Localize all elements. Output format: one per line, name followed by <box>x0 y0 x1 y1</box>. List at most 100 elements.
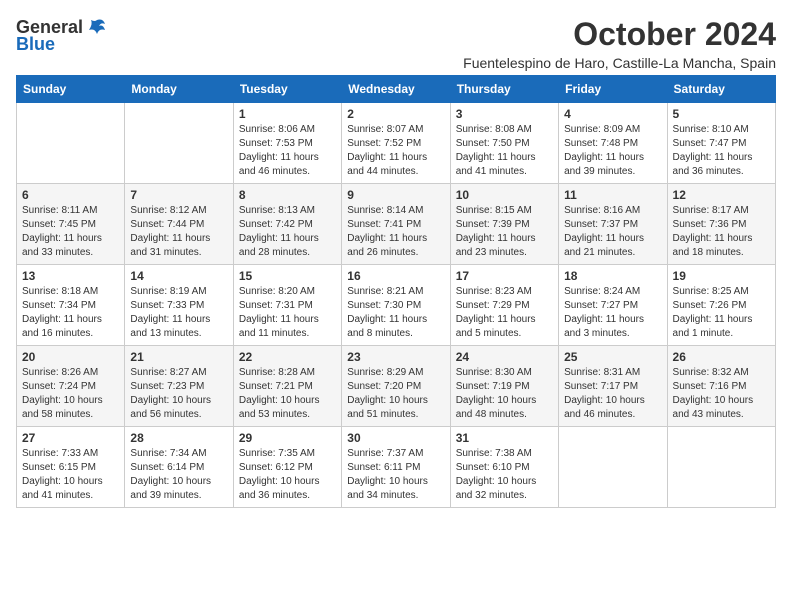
calendar-cell: 23Sunrise: 8:29 AM Sunset: 7:20 PM Dayli… <box>342 346 450 427</box>
day-info: Sunrise: 8:23 AM Sunset: 7:29 PM Dayligh… <box>456 285 553 341</box>
day-info: Sunrise: 8:07 AM Sunset: 7:52 PM Dayligh… <box>347 123 444 179</box>
day-number: 7 <box>130 188 227 202</box>
calendar-week-row: 20 Sunrise: 8:26 AM Sunset: 7:24 PM Dayli… <box>17 346 776 427</box>
day-number: 29 <box>239 431 336 445</box>
day-number: 8 <box>239 188 336 202</box>
day-number: 9 <box>347 188 444 202</box>
calendar-cell: 30Sunrise: 7:37 AM Sunset: 6:11 PM Dayli… <box>342 427 450 508</box>
day-info: Sunrise: 8:21 AM Sunset: 7:30 PM Dayligh… <box>347 285 444 341</box>
calendar-cell: 25 Sunrise: 8:31 AM Sunset: 7:17 PM Dayli… <box>559 346 667 427</box>
day-number: 12 <box>673 188 770 202</box>
day-number: 28 <box>130 431 227 445</box>
calendar-cell: 22 Sunrise: 8:28 AM Sunset: 7:21 PM Dayli… <box>233 346 341 427</box>
day-info: Sunrise: 8:11 AM Sunset: 7:45 PM Dayligh… <box>22 204 119 260</box>
page-header: General Blue October 2024 Fuentelespino … <box>16 16 776 71</box>
calendar-cell: 28Sunrise: 7:34 AM Sunset: 6:14 PM Dayli… <box>125 427 233 508</box>
calendar-cell: 11Sunrise: 8:16 AM Sunset: 7:37 PM Dayli… <box>559 184 667 265</box>
day-info: Sunrise: 8:17 AM Sunset: 7:36 PM Dayligh… <box>673 204 770 260</box>
calendar-cell: 3 Sunrise: 8:08 AM Sunset: 7:50 PM Daylig… <box>450 103 558 184</box>
calendar-cell: 12 Sunrise: 8:17 AM Sunset: 7:36 PM Dayli… <box>667 184 775 265</box>
calendar-week-row: 6 Sunrise: 8:11 AM Sunset: 7:45 PM Daylig… <box>17 184 776 265</box>
weekday-header-sunday: Sunday <box>17 76 125 103</box>
calendar-week-row: 27Sunrise: 7:33 AM Sunset: 6:15 PM Dayli… <box>17 427 776 508</box>
calendar-cell: 17 Sunrise: 8:23 AM Sunset: 7:29 PM Dayli… <box>450 265 558 346</box>
calendar-header-row: SundayMondayTuesdayWednesdayThursdayFrid… <box>17 76 776 103</box>
day-number: 27 <box>22 431 119 445</box>
day-number: 25 <box>564 350 661 364</box>
calendar-cell: 19 Sunrise: 8:25 AM Sunset: 7:26 PM Dayli… <box>667 265 775 346</box>
weekday-header-wednesday: Wednesday <box>342 76 450 103</box>
day-info: Sunrise: 8:29 AM Sunset: 7:20 PM Dayligh… <box>347 366 444 422</box>
day-number: 16 <box>347 269 444 283</box>
calendar-cell: 10 Sunrise: 8:15 AM Sunset: 7:39 PM Dayli… <box>450 184 558 265</box>
calendar-cell: 20 Sunrise: 8:26 AM Sunset: 7:24 PM Dayli… <box>17 346 125 427</box>
logo-bird-icon <box>85 16 107 38</box>
calendar-cell <box>667 427 775 508</box>
day-info: Sunrise: 8:09 AM Sunset: 7:48 PM Dayligh… <box>564 123 661 179</box>
day-info: Sunrise: 8:19 AM Sunset: 7:33 PM Dayligh… <box>130 285 227 341</box>
calendar-week-row: 13Sunrise: 8:18 AM Sunset: 7:34 PM Dayli… <box>17 265 776 346</box>
calendar-table: SundayMondayTuesdayWednesdayThursdayFrid… <box>16 75 776 508</box>
day-number: 20 <box>22 350 119 364</box>
day-info: Sunrise: 8:13 AM Sunset: 7:42 PM Dayligh… <box>239 204 336 260</box>
day-number: 1 <box>239 107 336 121</box>
logo-blue-text: Blue <box>16 34 55 55</box>
day-number: 6 <box>22 188 119 202</box>
day-info: Sunrise: 8:16 AM Sunset: 7:37 PM Dayligh… <box>564 204 661 260</box>
day-info: Sunrise: 8:27 AM Sunset: 7:23 PM Dayligh… <box>130 366 227 422</box>
day-info: Sunrise: 8:31 AM Sunset: 7:17 PM Dayligh… <box>564 366 661 422</box>
calendar-cell: 24Sunrise: 8:30 AM Sunset: 7:19 PM Dayli… <box>450 346 558 427</box>
day-info: Sunrise: 8:28 AM Sunset: 7:21 PM Dayligh… <box>239 366 336 422</box>
day-info: Sunrise: 8:32 AM Sunset: 7:16 PM Dayligh… <box>673 366 770 422</box>
month-title: October 2024 <box>463 16 776 53</box>
calendar-cell: 2 Sunrise: 8:07 AM Sunset: 7:52 PM Daylig… <box>342 103 450 184</box>
calendar-cell <box>17 103 125 184</box>
calendar-week-row: 1 Sunrise: 8:06 AM Sunset: 7:53 PM Daylig… <box>17 103 776 184</box>
title-area: October 2024 Fuentelespino de Haro, Cast… <box>463 16 776 71</box>
calendar-cell: 7Sunrise: 8:12 AM Sunset: 7:44 PM Daylig… <box>125 184 233 265</box>
weekday-header-thursday: Thursday <box>450 76 558 103</box>
day-number: 14 <box>130 269 227 283</box>
day-number: 10 <box>456 188 553 202</box>
day-number: 15 <box>239 269 336 283</box>
day-number: 2 <box>347 107 444 121</box>
calendar-cell <box>125 103 233 184</box>
logo: General Blue <box>16 16 107 55</box>
day-info: Sunrise: 8:25 AM Sunset: 7:26 PM Dayligh… <box>673 285 770 341</box>
weekday-header-friday: Friday <box>559 76 667 103</box>
weekday-header-monday: Monday <box>125 76 233 103</box>
weekday-header-tuesday: Tuesday <box>233 76 341 103</box>
day-info: Sunrise: 8:24 AM Sunset: 7:27 PM Dayligh… <box>564 285 661 341</box>
calendar-cell: 31Sunrise: 7:38 AM Sunset: 6:10 PM Dayli… <box>450 427 558 508</box>
day-info: Sunrise: 8:08 AM Sunset: 7:50 PM Dayligh… <box>456 123 553 179</box>
day-info: Sunrise: 8:20 AM Sunset: 7:31 PM Dayligh… <box>239 285 336 341</box>
calendar-cell: 1 Sunrise: 8:06 AM Sunset: 7:53 PM Daylig… <box>233 103 341 184</box>
weekday-header-saturday: Saturday <box>667 76 775 103</box>
calendar-cell: 13Sunrise: 8:18 AM Sunset: 7:34 PM Dayli… <box>17 265 125 346</box>
day-number: 31 <box>456 431 553 445</box>
day-number: 3 <box>456 107 553 121</box>
calendar-cell: 8 Sunrise: 8:13 AM Sunset: 7:42 PM Daylig… <box>233 184 341 265</box>
calendar-cell: 5Sunrise: 8:10 AM Sunset: 7:47 PM Daylig… <box>667 103 775 184</box>
day-number: 19 <box>673 269 770 283</box>
day-number: 21 <box>130 350 227 364</box>
calendar-cell: 29 Sunrise: 7:35 AM Sunset: 6:12 PM Dayli… <box>233 427 341 508</box>
day-number: 22 <box>239 350 336 364</box>
day-info: Sunrise: 8:14 AM Sunset: 7:41 PM Dayligh… <box>347 204 444 260</box>
day-info: Sunrise: 8:30 AM Sunset: 7:19 PM Dayligh… <box>456 366 553 422</box>
calendar-cell: 26 Sunrise: 8:32 AM Sunset: 7:16 PM Dayli… <box>667 346 775 427</box>
day-info: Sunrise: 8:06 AM Sunset: 7:53 PM Dayligh… <box>239 123 336 179</box>
calendar-cell: 16 Sunrise: 8:21 AM Sunset: 7:30 PM Dayli… <box>342 265 450 346</box>
day-number: 26 <box>673 350 770 364</box>
day-number: 30 <box>347 431 444 445</box>
day-number: 18 <box>564 269 661 283</box>
day-info: Sunrise: 8:26 AM Sunset: 7:24 PM Dayligh… <box>22 366 119 422</box>
calendar-cell <box>559 427 667 508</box>
day-info: Sunrise: 8:15 AM Sunset: 7:39 PM Dayligh… <box>456 204 553 260</box>
day-number: 17 <box>456 269 553 283</box>
day-info: Sunrise: 7:35 AM Sunset: 6:12 PM Dayligh… <box>239 447 336 503</box>
location-title: Fuentelespino de Haro, Castille-La Manch… <box>463 55 776 71</box>
calendar-cell: 14 Sunrise: 8:19 AM Sunset: 7:33 PM Dayli… <box>125 265 233 346</box>
calendar-cell: 27Sunrise: 7:33 AM Sunset: 6:15 PM Dayli… <box>17 427 125 508</box>
day-info: Sunrise: 8:10 AM Sunset: 7:47 PM Dayligh… <box>673 123 770 179</box>
